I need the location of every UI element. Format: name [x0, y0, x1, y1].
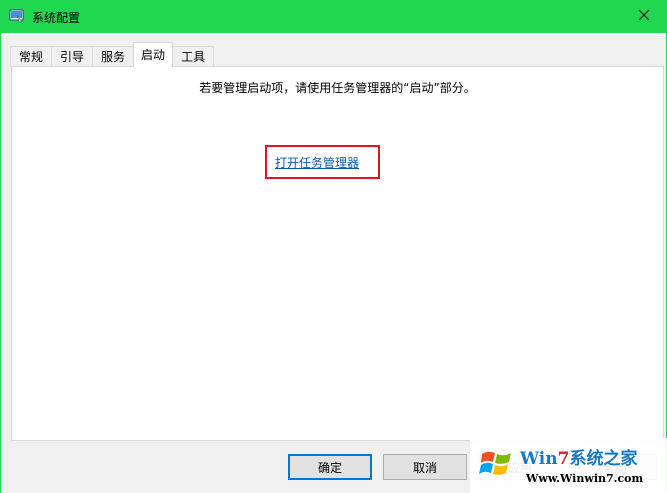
- watermark-url: Www.Winwin7.com: [526, 472, 644, 485]
- tab-services[interactable]: 服务: [92, 46, 135, 67]
- msconfig-icon: [9, 8, 25, 24]
- tab-tools[interactable]: 工具: [172, 46, 215, 67]
- windows-flag-icon: [478, 444, 516, 482]
- watermark-brand: Win7系统之家: [520, 449, 638, 469]
- window-title: 系统配置: [32, 11, 81, 25]
- watermark: Win7系统之家 Www.Winwin7.com: [470, 438, 667, 493]
- close-button[interactable]: [621, 0, 667, 33]
- startup-instruction: 若要管理启动项，请使用任务管理器的“启动”部分。: [199, 81, 476, 95]
- tab-startup[interactable]: 启动: [133, 42, 174, 67]
- close-icon: [638, 9, 650, 24]
- tab-general[interactable]: 常规: [10, 46, 53, 67]
- tab-strip: 常规 引导 服务 启动 工具: [10, 42, 215, 67]
- tab-boot[interactable]: 引导: [51, 46, 94, 67]
- open-task-manager-link[interactable]: 打开任务管理器: [275, 154, 359, 171]
- startup-panel: 若要管理启动项，请使用任务管理器的“启动”部分。 打开任务管理器: [11, 66, 664, 441]
- ok-button[interactable]: 确定: [288, 454, 372, 480]
- cancel-button[interactable]: 取消: [383, 454, 467, 480]
- window-body: 常规 引导 服务 启动 工具 若要管理启动项，请使用任务管理器的“启动”部分。 …: [0, 33, 667, 493]
- title-bar: 系统配置: [0, 0, 667, 33]
